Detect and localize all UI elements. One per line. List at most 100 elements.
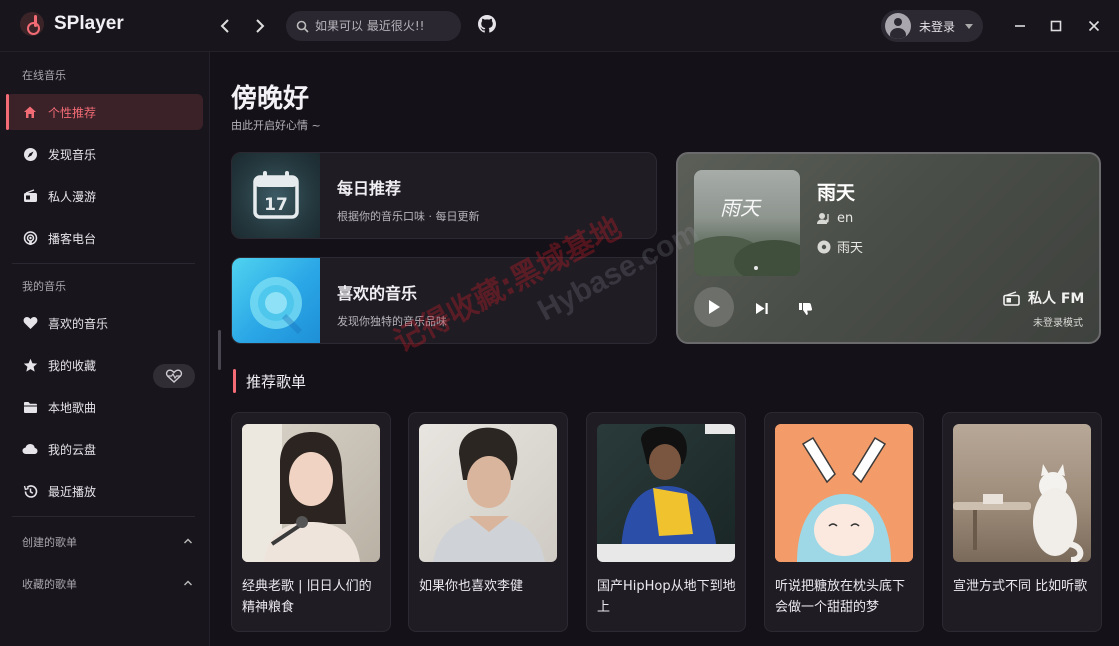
greeting-title: 傍晚好	[231, 84, 310, 114]
section-title-collected[interactable]: 收藏的歌单	[22, 576, 77, 592]
app-name: SPlayer	[54, 13, 124, 34]
search-icon	[296, 20, 309, 33]
fm-label: 私人 FM	[1003, 288, 1084, 308]
divider	[12, 516, 195, 517]
podcast-icon	[22, 230, 38, 246]
sidebar-resize-handle[interactable]	[218, 330, 221, 370]
card-title: 喜欢的音乐	[337, 284, 418, 303]
chevron-up-icon[interactable]	[183, 536, 193, 546]
fm-next-button[interactable]	[753, 299, 771, 317]
search-input[interactable]	[315, 19, 450, 33]
radio-icon	[22, 188, 38, 204]
playlist-cover[interactable]	[242, 424, 380, 562]
playlist-title[interactable]: 听说把糖放在枕头底下会做一个甜甜的梦	[775, 576, 915, 618]
history-icon	[22, 483, 38, 499]
fm-artist[interactable]: en	[817, 211, 853, 226]
caret-down-icon	[965, 23, 974, 29]
sidebar-item-recommend[interactable]: 个性推荐	[6, 94, 203, 130]
liked-music-card[interactable]: 喜欢的音乐 发现你独特的音乐品味	[231, 257, 657, 344]
chevron-right-icon	[256, 19, 265, 33]
section-title-created[interactable]: 创建的歌单	[22, 534, 77, 550]
playlist-cover[interactable]	[597, 424, 735, 562]
playlist-cover[interactable]	[775, 424, 913, 562]
close-button[interactable]	[1082, 14, 1106, 38]
play-icon	[709, 300, 720, 314]
maximize-icon	[1050, 20, 1062, 32]
sidebar-item-label: 个性推荐	[48, 105, 97, 120]
sidebar-item-label: 我的收藏	[48, 358, 97, 373]
top-bar: SPlayer 未登录	[0, 0, 1119, 52]
user-login-button[interactable]: 未登录	[881, 10, 983, 42]
section-title-playlists: 推荐歌单	[233, 369, 306, 393]
heart-icon	[22, 315, 38, 331]
playlist-card[interactable]: 国产HipHop从地下到地上	[586, 412, 746, 632]
playlist-title[interactable]: 如果你也喜欢李健	[419, 576, 559, 597]
user-status-label: 未登录	[919, 19, 956, 34]
sidebar-item-local[interactable]: 本地歌曲	[6, 389, 203, 425]
album-icon	[817, 240, 831, 253]
section-title-online: 在线音乐	[22, 69, 66, 82]
back-button[interactable]	[215, 16, 235, 36]
sidebar-item-label: 私人漫游	[48, 189, 97, 204]
folder-icon	[22, 399, 38, 415]
fm-album[interactable]: 雨天	[817, 237, 863, 256]
sidebar-item-discover[interactable]: 发现音乐	[6, 136, 203, 172]
home-icon	[22, 104, 38, 120]
album-name: 雨天	[837, 241, 864, 256]
divider	[12, 263, 195, 264]
maximize-button[interactable]	[1044, 14, 1068, 38]
calendar-date: 17	[264, 195, 288, 215]
section-title-text: 推荐歌单	[246, 372, 307, 391]
sidebar-item-roam[interactable]: 私人漫游	[6, 178, 203, 214]
minimize-button[interactable]	[1008, 14, 1032, 38]
sidebar-item-collection[interactable]: 我的收藏	[6, 347, 203, 383]
greeting-subtitle: 由此开启好心情 ~	[231, 119, 321, 132]
playlist-card[interactable]: 经典老歌 | 旧日人们的精神粮食	[231, 412, 391, 632]
playlist-title[interactable]: 经典老歌 | 旧日人们的精神粮食	[242, 576, 382, 618]
close-icon	[1088, 20, 1100, 32]
radio-icon	[1003, 290, 1020, 306]
playlist-title[interactable]: 宣泄方式不同 比如听歌	[953, 576, 1093, 597]
thumbs-down-icon	[798, 302, 812, 315]
sidebar-item-liked[interactable]: 喜欢的音乐	[6, 305, 203, 341]
sidebar-item-cloud[interactable]: 我的云盘	[6, 431, 203, 467]
chevron-up-icon[interactable]	[183, 578, 193, 588]
star-icon	[22, 357, 38, 373]
playlist-cover[interactable]	[953, 424, 1091, 562]
daily-recommend-card[interactable]: 17 每日推荐 根据你的音乐口味 · 每日更新	[231, 152, 657, 239]
search-box[interactable]	[286, 11, 461, 41]
card-description: 根据你的音乐口味 · 每日更新	[337, 210, 480, 223]
personal-fm-card[interactable]: 雨天 雨天 en 雨天 私人 FM 未登录模式	[676, 152, 1101, 344]
sidebar-item-label: 播客电台	[48, 231, 97, 246]
cover-scene	[694, 236, 800, 276]
chevron-left-icon	[220, 19, 229, 33]
artist-icon	[817, 213, 829, 224]
skip-next-icon	[756, 302, 768, 314]
playlist-card[interactable]: 如果你也喜欢李健	[408, 412, 568, 632]
fm-song-title[interactable]: 雨天	[817, 178, 855, 205]
cover-title-text: 雨天	[720, 196, 760, 220]
sidebar-item-label: 本地歌曲	[48, 400, 97, 415]
liked-cover	[232, 258, 320, 343]
avatar	[885, 13, 911, 39]
app-logo[interactable]: SPlayer	[20, 12, 124, 36]
fm-dislike-button[interactable]	[796, 299, 814, 317]
card-description: 发现你独特的音乐品味	[337, 315, 447, 328]
playlist-cover[interactable]	[419, 424, 557, 562]
section-accent-bar	[233, 369, 236, 393]
fm-cover-art[interactable]: 雨天	[694, 170, 800, 276]
fm-play-button[interactable]	[694, 287, 734, 327]
sidebar-item-podcast[interactable]: 播客电台	[6, 220, 203, 256]
sidebar-item-label: 发现音乐	[48, 147, 97, 162]
github-icon[interactable]	[478, 15, 496, 33]
calendar-icon: 17	[253, 171, 299, 219]
sidebar: 在线音乐 个性推荐 发现音乐 私人漫游 播客电台 我的音乐 喜欢的音乐 我的收藏…	[0, 52, 210, 646]
playlist-title[interactable]: 国产HipHop从地下到地上	[597, 576, 737, 618]
forward-button[interactable]	[250, 16, 270, 36]
playlist-card[interactable]: 听说把糖放在枕头底下会做一个甜甜的梦	[764, 412, 924, 632]
calendar-cover: 17	[232, 153, 320, 238]
music-note-icon	[20, 12, 44, 36]
playlist-card[interactable]: 宣泄方式不同 比如听歌	[942, 412, 1102, 632]
sidebar-item-history[interactable]: 最近播放	[6, 473, 203, 509]
disc-icon	[250, 277, 303, 335]
